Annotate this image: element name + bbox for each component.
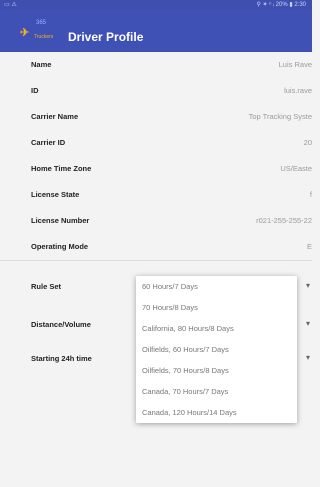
rule-set-dropdown-menu: 60 Hours/7 Days 70 Hours/8 Days Californ…	[136, 276, 297, 423]
chevron-down-icon[interactable]: ▾	[306, 353, 310, 362]
profile-row-operating-mode[interactable]: Operating Mode E	[0, 234, 312, 261]
truck-bird-logo-icon: ✈ 365 Truckers	[20, 20, 64, 42]
dropdown-option[interactable]: California, 80 Hours/8 Days	[136, 318, 297, 339]
row-value: 20	[303, 138, 312, 147]
row-label: Name	[31, 60, 52, 69]
dropdown-option[interactable]: Canada, 120 Hours/14 Days	[136, 402, 297, 423]
row-label: Carrier ID	[31, 138, 66, 147]
row-label: Rule Set	[31, 282, 62, 291]
status-right-icons: ⚲ ✶ ⁿ ᵢ 20% ▮ 2:30	[256, 2, 306, 8]
row-value: US/Easte	[280, 164, 312, 173]
row-value: f	[309, 190, 312, 199]
row-label: ID	[31, 86, 39, 95]
profile-row-carrier-id[interactable]: Carrier ID 20	[0, 130, 312, 157]
row-label: Carrier Name	[31, 112, 79, 121]
row-label: Home Time Zone	[31, 164, 92, 173]
dropdown-option[interactable]: 60 Hours/7 Days	[136, 276, 297, 297]
status-left-icons: ▭ ⚠	[4, 2, 17, 8]
row-label: Distance/Volume	[31, 320, 91, 329]
profile-row-home-time-zone[interactable]: Home Time Zone US/Easte	[0, 156, 312, 183]
dropdown-option[interactable]: Oilfields, 60 Hours/7 Days	[136, 339, 297, 360]
logo-top-text: 365	[36, 20, 47, 26]
row-value: Top Tracking Syste	[248, 112, 312, 121]
logo-bottom-text: Truckers	[34, 34, 54, 40]
page-title: Driver Profile	[68, 30, 144, 44]
chevron-down-icon[interactable]: ▾	[306, 319, 310, 328]
profile-row-id[interactable]: ID luis.rave	[0, 78, 312, 105]
row-label: Operating Mode	[31, 242, 89, 251]
row-label: License State	[31, 190, 80, 199]
profile-row-license-number[interactable]: License Number r021-255-255-22	[0, 208, 312, 235]
chevron-down-icon[interactable]: ▾	[306, 281, 310, 290]
status-bar: ▭ ⚠ ⚲ ✶ ⁿ ᵢ 20% ▮ 2:30	[0, 0, 312, 10]
dropdown-option[interactable]: Canada, 70 Hours/7 Days	[136, 381, 297, 402]
app-bar: ✈ 365 Truckers Driver Profile	[0, 10, 312, 52]
logo-bird-mark: ✈	[20, 27, 30, 39]
row-value: luis.rave	[284, 86, 312, 95]
row-label: License Number	[31, 216, 90, 225]
profile-row-license-state[interactable]: License State f	[0, 182, 312, 209]
dropdown-option[interactable]: Oilfields, 70 Hours/8 Days	[136, 360, 297, 381]
profile-row-name[interactable]: Name Luis Rave	[0, 52, 312, 79]
row-value: E	[306, 242, 312, 251]
profile-row-carrier-name[interactable]: Carrier Name Top Tracking Syste	[0, 104, 312, 131]
dropdown-option[interactable]: 70 Hours/8 Days	[136, 297, 297, 318]
row-value: r021-255-255-22	[256, 216, 312, 225]
row-label: Starting 24h time	[31, 354, 92, 363]
row-value: Luis Rave	[278, 60, 312, 69]
